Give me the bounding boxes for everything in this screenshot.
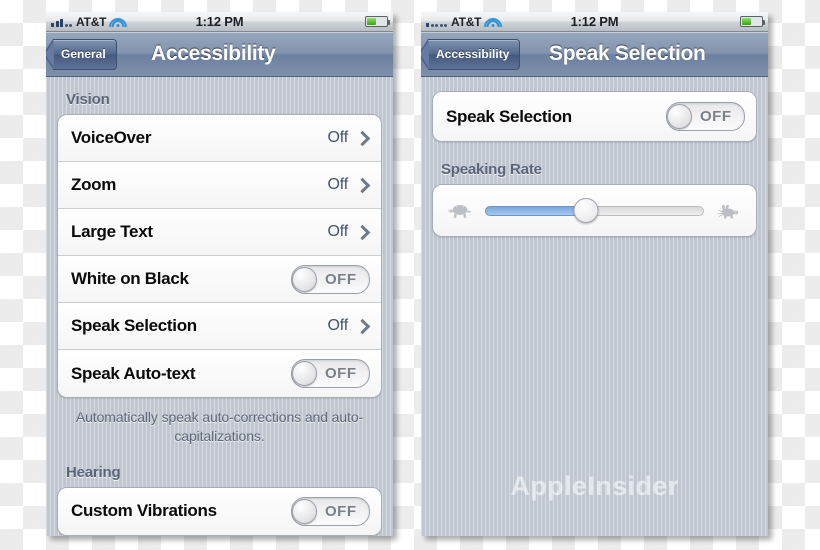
settings-group-vision: VoiceOver Off Zoom Off Large Text Off Wh… xyxy=(57,114,382,398)
row-accessory: Off xyxy=(327,223,371,241)
row-accessory: OFF xyxy=(666,102,745,131)
speaking-rate-slider[interactable] xyxy=(485,198,704,223)
section-header-hearing: Hearing xyxy=(66,463,121,481)
chevron-right-icon xyxy=(354,318,371,334)
row-zoom[interactable]: Zoom Off xyxy=(58,162,381,209)
signal-strength-icon xyxy=(426,16,447,27)
settings-list-accessibility[interactable]: Vision VoiceOver Off Zoom Off Large Text… xyxy=(46,77,393,536)
watermark: AppleInsider xyxy=(510,471,679,501)
row-accessory: OFF xyxy=(291,359,370,388)
row-label: Speak Selection xyxy=(71,316,197,335)
row-label: Zoom xyxy=(71,175,117,194)
row-label: Large Text xyxy=(71,222,153,241)
settings-group-speak-selection: Speak Selection OFF xyxy=(432,91,757,142)
row-value: Off xyxy=(327,176,349,193)
page-title: Speak Selection xyxy=(549,42,706,65)
row-accessory: Off xyxy=(327,176,371,194)
row-value: Off xyxy=(327,129,349,146)
toggle-state-label: OFF xyxy=(325,365,357,382)
row-white-on-black[interactable]: White on Black OFF xyxy=(58,256,381,303)
row-label: White on Black xyxy=(71,269,189,288)
slider-fill xyxy=(485,205,586,216)
row-label: Speak Selection xyxy=(446,106,572,126)
status-bar-right-group xyxy=(365,16,390,27)
row-label: Speak Auto-text xyxy=(71,363,196,383)
speaking-rate-slider-row[interactable] xyxy=(432,184,757,237)
screenshot-stage: AT&T 1:12 PM General Accessibility Visio… xyxy=(0,0,820,550)
status-bar-right: AT&T 1:12 PM xyxy=(421,12,768,32)
row-accessory: OFF xyxy=(291,264,370,294)
navigation-bar-right: Accessibility Speak Selection xyxy=(421,32,768,77)
row-speak-selection-toggle[interactable]: Speak Selection OFF xyxy=(433,92,756,141)
battery-icon xyxy=(740,16,765,27)
row-custom-vibrations[interactable]: Custom Vibrations OFF xyxy=(58,487,381,535)
toggle-state-label: OFF xyxy=(325,270,357,288)
section-header-vision: Vision xyxy=(66,91,110,108)
row-accessory: Off xyxy=(327,317,371,335)
chevron-right-icon xyxy=(354,130,371,146)
iphone-screen-speak-selection: AT&T 1:12 PM Accessibility Speak Selecti… xyxy=(421,12,768,536)
row-speak-auto-text[interactable]: Speak Auto-text OFF xyxy=(58,350,381,397)
section-header-speaking-rate: Speaking Rate xyxy=(441,161,542,178)
back-button-accessibility[interactable]: Accessibility xyxy=(421,38,521,70)
top-spacer xyxy=(421,77,768,91)
toggle-speak-auto-text[interactable]: OFF xyxy=(291,359,370,388)
section-footnote-vision: Automatically speak auto-corrections and… xyxy=(75,409,364,444)
navigation-bar-left: General Accessibility xyxy=(46,32,393,77)
row-value: Off xyxy=(327,317,349,334)
settings-group-hearing: Custom Vibrations OFF xyxy=(57,486,382,536)
signal-strength-icon xyxy=(51,16,72,27)
settings-list-speak-selection[interactable]: Speak Selection OFF Speaking Rate AppleI… xyxy=(421,77,768,536)
row-value: Off xyxy=(327,223,349,240)
back-button-general[interactable]: General xyxy=(46,38,117,70)
row-voiceover[interactable]: VoiceOver Off xyxy=(58,115,381,162)
toggle-knob xyxy=(292,361,317,386)
chevron-right-icon xyxy=(354,177,371,193)
wifi-icon xyxy=(483,16,502,27)
toggle-knob xyxy=(292,266,317,292)
status-bar-left-group: AT&T xyxy=(426,14,502,29)
back-button-label: Accessibility xyxy=(436,47,510,61)
status-bar-left-group: AT&T xyxy=(51,14,127,29)
toggle-knob xyxy=(292,498,317,524)
hare-icon xyxy=(717,204,739,218)
toggle-white-on-black[interactable]: OFF xyxy=(291,264,370,294)
toggle-state-label: OFF xyxy=(700,108,732,125)
status-bar-left: AT&T 1:12 PM xyxy=(46,12,393,32)
carrier-label: AT&T xyxy=(76,14,107,29)
status-bar-right-group xyxy=(740,16,765,27)
iphone-screen-accessibility: AT&T 1:12 PM General Accessibility Visio… xyxy=(46,12,393,536)
row-speak-selection[interactable]: Speak Selection Off xyxy=(58,303,381,350)
row-accessory: Off xyxy=(327,129,371,147)
row-label: VoiceOver xyxy=(71,128,152,147)
toggle-custom-vibrations[interactable]: OFF xyxy=(291,496,370,526)
row-label: Custom Vibrations xyxy=(71,501,217,521)
battery-icon xyxy=(365,16,390,27)
row-large-text[interactable]: Large Text Off xyxy=(58,209,381,256)
toggle-knob xyxy=(667,104,692,129)
toggle-speak-selection[interactable]: OFF xyxy=(666,102,745,131)
tortoise-icon xyxy=(448,204,471,218)
chevron-right-icon xyxy=(354,224,371,240)
row-accessory: OFF xyxy=(291,496,370,526)
slider-thumb[interactable] xyxy=(573,198,599,223)
carrier-label: AT&T xyxy=(451,14,482,29)
page-title: Accessibility xyxy=(151,42,276,65)
toggle-state-label: OFF xyxy=(325,502,357,520)
back-button-label: General xyxy=(61,47,106,61)
wifi-icon xyxy=(108,16,127,27)
